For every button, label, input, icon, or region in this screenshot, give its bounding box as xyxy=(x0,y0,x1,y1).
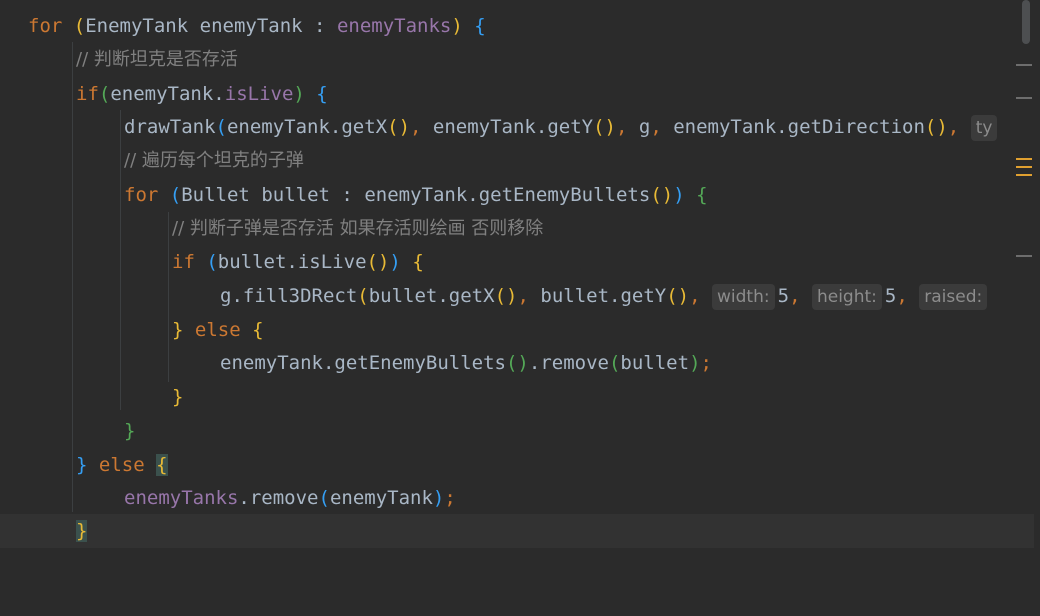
keyword-else: else xyxy=(194,319,241,341)
warning-marker[interactable] xyxy=(1016,166,1032,168)
method-call: drawTank xyxy=(124,116,216,138)
keyword-else: else xyxy=(98,454,145,476)
error-stripe-marker[interactable] xyxy=(1016,97,1032,99)
comment: // 判断子弹是否存活 如果存活则绘画 否则移除 xyxy=(172,218,544,239)
variable-name: enemyTank xyxy=(199,15,303,37)
code-line[interactable]: // 判断坦克是否存活 xyxy=(0,43,1034,77)
code-line[interactable]: } else { xyxy=(0,448,1034,482)
parameter-hint: height: xyxy=(811,283,882,310)
code-line[interactable]: if(enemyTank.isLive) { xyxy=(0,77,1034,111)
matched-brace: } xyxy=(76,520,88,542)
parameter-hint: raised: xyxy=(919,283,988,310)
warning-marker[interactable] xyxy=(1016,158,1032,160)
type-name: Bullet xyxy=(181,184,250,206)
code-line[interactable]: } xyxy=(0,414,1034,448)
method-call: fill3DRect xyxy=(242,285,358,307)
code-line[interactable]: enemyTank.getEnemyBullets().remove(bulle… xyxy=(0,346,1034,380)
keyword-for: for xyxy=(28,15,63,37)
parameter-hint: width: xyxy=(712,283,775,310)
parameter-hint: ty xyxy=(970,114,998,141)
field-name: enemyTanks xyxy=(336,15,452,37)
code-line[interactable]: // 判断子弹是否存活 如果存活则绘画 否则移除 xyxy=(0,212,1034,246)
vertical-scrollbar[interactable] xyxy=(1022,0,1030,44)
method-call: remove xyxy=(540,352,609,374)
keyword-if: if xyxy=(172,251,195,273)
code-line[interactable]: } else { xyxy=(0,313,1034,347)
code-line[interactable]: if (bullet.isLive()) { xyxy=(0,245,1034,279)
matched-brace: { xyxy=(156,454,168,476)
code-line[interactable]: for (EnemyTank enemyTank : enemyTanks) { xyxy=(0,9,1034,43)
keyword-for: for xyxy=(124,184,159,206)
method-call: remove xyxy=(249,487,319,509)
variable-name: bullet xyxy=(261,184,330,206)
code-line[interactable]: } xyxy=(0,380,1034,414)
error-stripe-marker[interactable] xyxy=(1016,64,1032,66)
field-name: enemyTanks xyxy=(124,487,239,509)
warning-marker[interactable] xyxy=(1016,174,1032,176)
code-line[interactable]: drawTank(enemyTank.getX(), enemyTank.get… xyxy=(0,110,1034,144)
error-stripe-marker[interactable] xyxy=(1016,255,1032,257)
current-code-line[interactable]: } xyxy=(0,514,1034,548)
code-line[interactable]: for (Bullet bullet : enemyTank.getEnemyB… xyxy=(0,178,1034,212)
field-name: isLive xyxy=(224,83,294,105)
code-line[interactable]: g.fill3DRect(bullet.getX(), bullet.getY(… xyxy=(0,279,1034,313)
code-line[interactable]: // 遍历每个坦克的子弹 xyxy=(0,144,1034,178)
code-line[interactable]: enemyTanks.remove(enemyTank); xyxy=(0,481,1034,515)
comment: // 判断坦克是否存活 xyxy=(76,49,238,70)
comment: // 遍历每个坦克的子弹 xyxy=(124,150,304,171)
keyword-if: if xyxy=(76,83,99,105)
type-name: EnemyTank xyxy=(85,15,189,37)
code-editor[interactable]: for (EnemyTank enemyTank : enemyTanks) {… xyxy=(0,0,1040,558)
